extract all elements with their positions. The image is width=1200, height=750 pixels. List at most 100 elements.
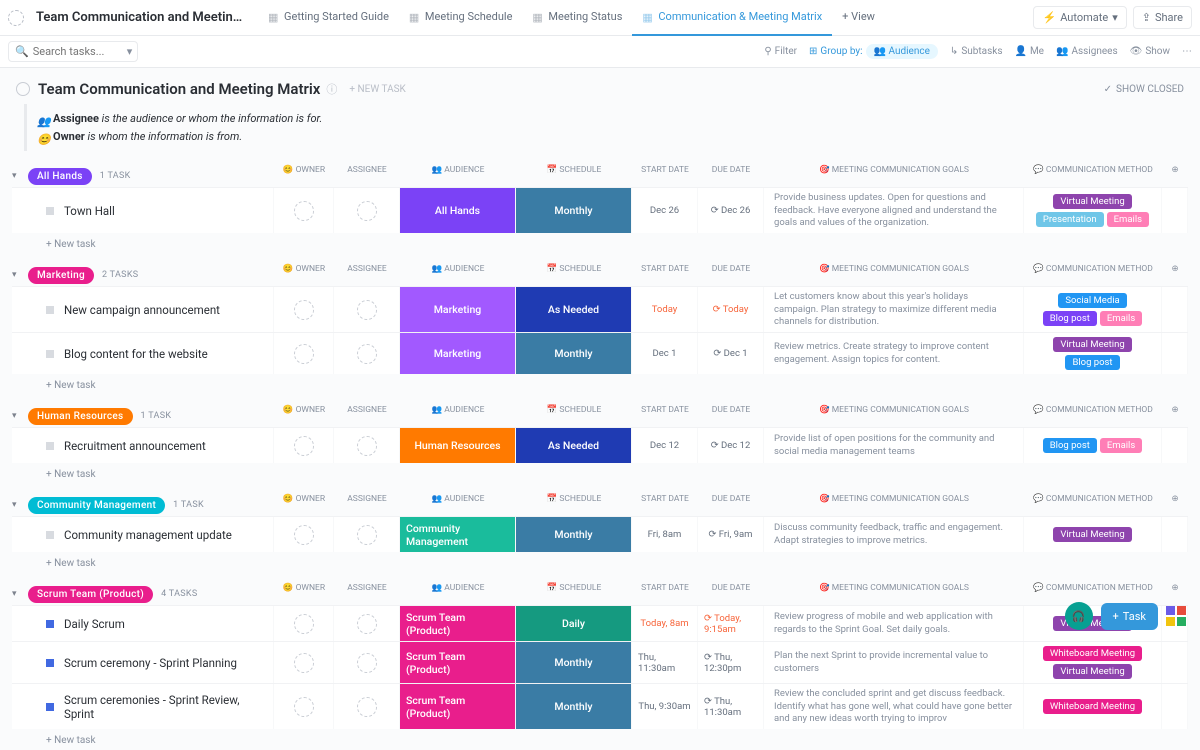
tab-meeting-status[interactable]: ▦Meeting Status xyxy=(522,0,632,36)
task-row[interactable]: Scrum ceremony - Sprint Planning Scrum T… xyxy=(12,641,1188,683)
audience-cell[interactable]: Scrum Team (Product) xyxy=(400,642,516,683)
task-row[interactable]: New campaign announcement Marketing As N… xyxy=(12,286,1188,332)
start-date[interactable]: Dec 12 xyxy=(632,428,698,463)
audience-cell[interactable]: Marketing xyxy=(400,287,516,332)
new-task-row[interactable]: + New task xyxy=(12,233,1188,250)
method-cell[interactable]: Whiteboard Meeting xyxy=(1024,684,1162,729)
audience-cell[interactable]: Community Management xyxy=(400,517,516,552)
task-name[interactable]: Daily Scrum xyxy=(12,606,274,641)
goals-cell[interactable]: Review progress of mobile and web applic… xyxy=(764,606,1024,641)
more-button[interactable]: ⋯ xyxy=(1182,46,1192,57)
goals-cell[interactable]: Provide business updates. Open for quest… xyxy=(764,188,1024,233)
task-name[interactable]: Blog content for the website xyxy=(12,333,274,374)
goals-cell[interactable]: Provide list of open positions for the c… xyxy=(764,428,1024,463)
assignee-cell[interactable] xyxy=(334,684,400,729)
me-button[interactable]: 👤Me xyxy=(1014,46,1044,57)
tab-getting-started-guide[interactable]: ▦Getting Started Guide xyxy=(258,0,399,36)
add-view-button[interactable]: + View xyxy=(832,10,885,25)
tab-meeting-schedule[interactable]: ▦Meeting Schedule xyxy=(399,0,522,36)
start-date[interactable]: Fri, 8am xyxy=(632,517,698,552)
task-name[interactable]: New campaign announcement xyxy=(12,287,274,332)
due-date[interactable]: ⟳ Today xyxy=(698,287,764,332)
info-icon[interactable]: ⓘ xyxy=(326,81,337,97)
new-task-fab[interactable]: + Task xyxy=(1101,603,1158,630)
share-button[interactable]: ⇪ Share xyxy=(1133,6,1192,29)
new-task-row[interactable]: + New task xyxy=(12,374,1188,391)
audience-cell[interactable]: Scrum Team (Product) xyxy=(400,684,516,729)
add-column[interactable]: ⊕ xyxy=(1162,165,1188,175)
goals-cell[interactable]: Review metrics. Create strategy to impro… xyxy=(764,333,1024,374)
goals-cell[interactable]: Review the concluded sprint and get disc… xyxy=(764,684,1024,729)
due-date[interactable]: ⟳ Thu, 11:30am xyxy=(698,684,764,729)
task-name[interactable]: Community management update xyxy=(12,517,274,552)
assignee-cell[interactable] xyxy=(334,428,400,463)
owner-cell[interactable] xyxy=(274,287,334,332)
status-bullet[interactable] xyxy=(46,306,54,314)
due-date[interactable]: ⟳ Fri, 9am xyxy=(698,517,764,552)
subtasks-button[interactable]: ↳Subtasks xyxy=(950,46,1003,57)
start-date[interactable]: Dec 26 xyxy=(632,188,698,233)
task-name[interactable]: Recruitment announcement xyxy=(12,428,274,463)
add-column[interactable]: ⊕ xyxy=(1162,494,1188,504)
show-closed-button[interactable]: ✓ SHOW CLOSED xyxy=(1104,84,1184,95)
new-task-header[interactable]: + NEW TASK xyxy=(349,84,405,95)
row-add[interactable] xyxy=(1162,188,1188,233)
help-fab[interactable]: 🎧 xyxy=(1065,602,1093,630)
owner-cell[interactable] xyxy=(274,642,334,683)
show-button[interactable]: 👁Show xyxy=(1130,46,1170,57)
schedule-cell[interactable]: As Needed xyxy=(516,428,632,463)
search-wrap[interactable]: 🔍 ▾ xyxy=(8,41,138,62)
start-date[interactable]: Thu, 9:30am xyxy=(632,684,698,729)
method-cell[interactable]: Virtual MeetingPresentationEmails xyxy=(1024,188,1162,233)
due-date[interactable]: ⟳ Today, 9:15am xyxy=(698,606,764,641)
task-row[interactable]: Scrum ceremonies - Sprint Review, Sprint… xyxy=(12,683,1188,729)
tab-communication-meeting-matrix[interactable]: ▦Communication & Meeting Matrix xyxy=(632,0,832,36)
row-add[interactable] xyxy=(1162,287,1188,332)
task-name[interactable]: Scrum ceremony - Sprint Planning xyxy=(12,642,274,683)
group-by-button[interactable]: ⊞ Group by: 👥 Audience xyxy=(809,44,938,59)
automate-button[interactable]: ⚡ Automate ▾ xyxy=(1033,6,1126,29)
task-row[interactable]: Blog content for the website Marketing M… xyxy=(12,332,1188,374)
audience-cell[interactable]: All Hands xyxy=(400,188,516,233)
owner-cell[interactable] xyxy=(274,188,334,233)
schedule-cell[interactable]: Monthly xyxy=(516,333,632,374)
status-bullet[interactable] xyxy=(46,442,54,450)
start-date[interactable]: Today xyxy=(632,287,698,332)
audience-cell[interactable]: Scrum Team (Product) xyxy=(400,606,516,641)
schedule-cell[interactable]: Monthly xyxy=(516,517,632,552)
start-date[interactable]: Today, 8am xyxy=(632,606,698,641)
add-column[interactable]: ⊕ xyxy=(1162,583,1188,593)
owner-cell[interactable] xyxy=(274,428,334,463)
row-add[interactable] xyxy=(1162,428,1188,463)
new-task-row[interactable]: + New task xyxy=(12,729,1188,746)
status-bullet[interactable] xyxy=(46,703,54,711)
new-task-row[interactable]: + New task xyxy=(12,552,1188,569)
assignees-button[interactable]: 👥Assignees xyxy=(1056,46,1118,57)
add-column[interactable]: ⊕ xyxy=(1162,405,1188,415)
method-cell[interactable]: Whiteboard MeetingVirtual Meeting xyxy=(1024,642,1162,683)
task-row[interactable]: Daily Scrum Scrum Team (Product) Daily T… xyxy=(12,605,1188,641)
audience-cell[interactable]: Human Resources xyxy=(400,428,516,463)
status-bullet[interactable] xyxy=(46,207,54,215)
assignee-cell[interactable] xyxy=(334,287,400,332)
goals-cell[interactable]: Let customers know about this year's hol… xyxy=(764,287,1024,332)
audience-cell[interactable]: Marketing xyxy=(400,333,516,374)
method-cell[interactable]: Virtual MeetingBlog post xyxy=(1024,333,1162,374)
task-name[interactable]: Town Hall xyxy=(12,188,274,233)
assignee-cell[interactable] xyxy=(334,606,400,641)
schedule-cell[interactable]: Daily xyxy=(516,606,632,641)
goals-cell[interactable]: Plan the next Sprint to provide incremen… xyxy=(764,642,1024,683)
owner-cell[interactable] xyxy=(274,684,334,729)
start-date[interactable]: Thu, 11:30am xyxy=(632,642,698,683)
task-row[interactable]: Recruitment announcement Human Resources… xyxy=(12,427,1188,463)
assignee-cell[interactable] xyxy=(334,517,400,552)
assignee-cell[interactable] xyxy=(334,333,400,374)
row-add[interactable] xyxy=(1162,642,1188,683)
method-cell[interactable]: Social MediaBlog postEmails xyxy=(1024,287,1162,332)
task-row[interactable]: Town Hall All Hands Monthly Dec 26 ⟳ Dec… xyxy=(12,187,1188,233)
owner-cell[interactable] xyxy=(274,606,334,641)
goals-cell[interactable]: Discuss community feedback, traffic and … xyxy=(764,517,1024,552)
status-bullet[interactable] xyxy=(46,350,54,358)
filter-button[interactable]: ⚲Filter xyxy=(764,46,797,57)
schedule-cell[interactable]: Monthly xyxy=(516,684,632,729)
